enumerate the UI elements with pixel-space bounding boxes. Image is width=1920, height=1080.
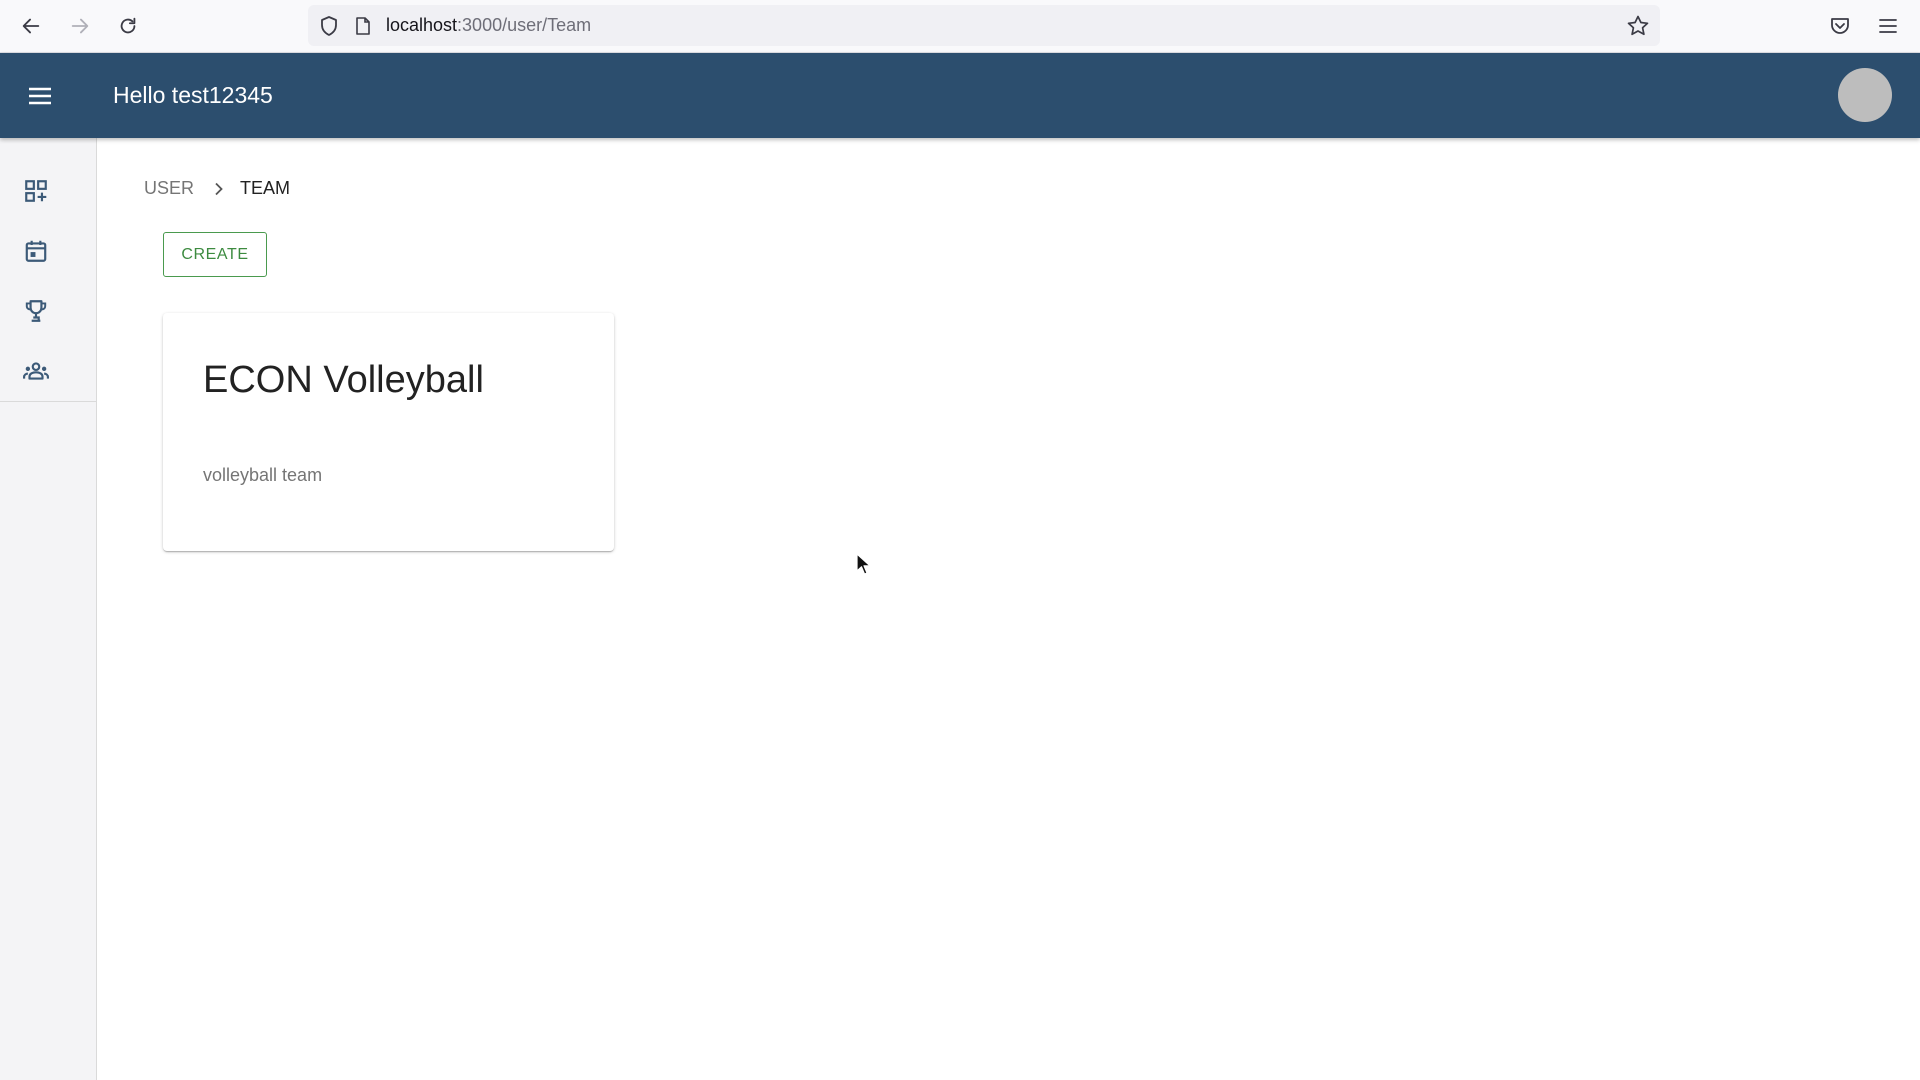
pocket-button[interactable] xyxy=(1826,12,1854,40)
sidebar-item-tournaments[interactable] xyxy=(0,281,96,341)
url-host: localhost xyxy=(386,15,458,35)
browser-menu-button[interactable] xyxy=(1874,12,1902,40)
shield-icon[interactable] xyxy=(318,15,340,37)
create-team-button[interactable]: CREATE xyxy=(163,232,267,277)
avatar[interactable] xyxy=(1838,68,1892,122)
browser-toolbar: localhost:3000/user/Team xyxy=(0,0,1920,53)
address-bar[interactable]: localhost:3000/user/Team xyxy=(308,5,1660,46)
bookmark-star-icon[interactable] xyxy=(1626,14,1650,43)
trophy-icon xyxy=(25,300,47,322)
menu-toggle-button[interactable] xyxy=(20,78,60,114)
dashboard-add-icon xyxy=(25,180,47,202)
groups-icon xyxy=(23,362,49,380)
app-header: Hello test12345 xyxy=(0,53,1920,138)
sidebar-item-teams[interactable] xyxy=(0,341,96,401)
chevron-right-icon xyxy=(214,182,224,196)
calendar-icon xyxy=(25,240,47,262)
sidebar-item-dashboard[interactable] xyxy=(0,161,96,221)
url-text[interactable]: localhost:3000/user/Team xyxy=(386,15,591,36)
sidebar-nav xyxy=(0,138,96,402)
back-button[interactable] xyxy=(15,10,47,42)
sidebar-item-calendar[interactable] xyxy=(0,221,96,281)
forward-button[interactable] xyxy=(64,10,96,42)
breadcrumb-current: TEAM xyxy=(240,178,291,198)
greeting-text: Hello test12345 xyxy=(113,82,273,108)
reload-icon xyxy=(120,17,136,34)
forward-arrow-icon xyxy=(71,18,89,34)
mouse-cursor-icon xyxy=(856,553,871,575)
pocket-icon xyxy=(1831,18,1849,34)
team-description: volleyball team xyxy=(203,465,323,485)
back-arrow-icon xyxy=(22,18,40,34)
url-path: :3000/user/Team xyxy=(457,15,592,35)
menu-icon xyxy=(29,87,51,105)
page-icon xyxy=(352,15,374,37)
team-card[interactable]: ECON Volleyball volleyball team xyxy=(163,313,614,551)
breadcrumb-user-link[interactable]: USER xyxy=(144,178,194,199)
sidebar xyxy=(0,138,97,1080)
team-name: ECON Volleyball xyxy=(203,359,484,401)
hamburger-menu-icon xyxy=(1879,19,1897,33)
breadcrumb: USER TEAM xyxy=(144,178,290,199)
reload-button[interactable] xyxy=(112,10,144,42)
